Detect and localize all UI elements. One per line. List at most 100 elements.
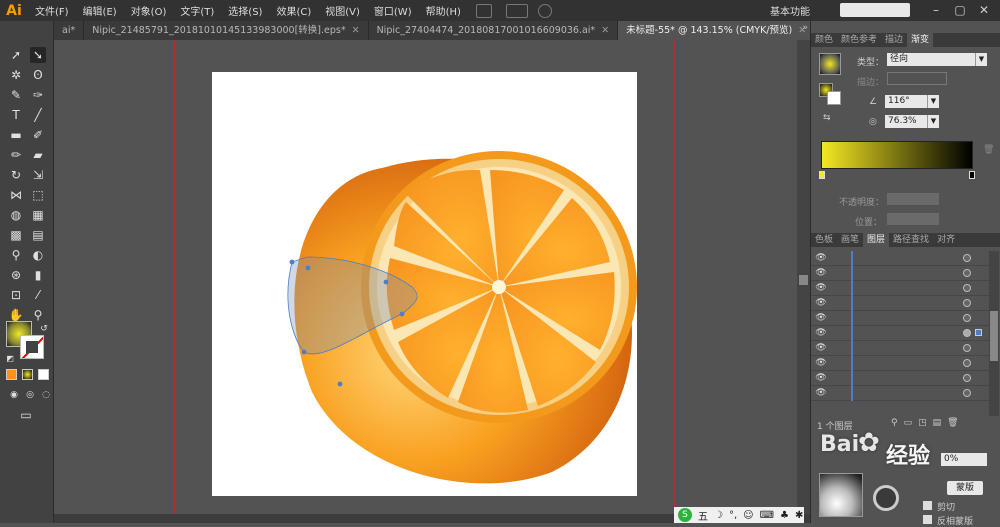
layer-row[interactable]: 👁 [811, 266, 989, 281]
angle-input[interactable]: 116° [885, 95, 927, 108]
none-mode-button[interactable] [38, 369, 49, 380]
ime-mode[interactable]: 五 [698, 508, 708, 523]
close-icon[interactable]: ✕ [976, 2, 992, 18]
artboard-tool-icon[interactable]: ⊡ [8, 287, 24, 303]
target-icon[interactable] [963, 359, 971, 367]
minimize-icon[interactable]: – [928, 2, 944, 18]
wrench-icon[interactable]: ✱ [795, 510, 803, 521]
tab-gradient[interactable]: 渐变 [907, 33, 934, 47]
chevron-down-icon[interactable]: ▼ [927, 115, 939, 128]
doc-tab[interactable]: ai* [54, 21, 85, 40]
target-icon[interactable] [963, 374, 971, 382]
gradient-type-select[interactable]: 径向 [887, 53, 987, 66]
tab-stroke[interactable]: 描边 [881, 33, 907, 47]
gradient-mode-button[interactable] [22, 369, 33, 380]
maximize-icon[interactable]: ▢ [952, 2, 968, 18]
lasso-icon[interactable]: ʘ [30, 67, 46, 83]
gradient-stop-left[interactable] [819, 171, 825, 179]
layer-row[interactable]: 👁 [811, 371, 989, 386]
tab-color[interactable]: 颜色 [811, 33, 837, 47]
doc-tab[interactable]: Nipic_21485791_20181010145133983000[转换].… [84, 21, 369, 40]
width-tool-icon[interactable]: ⋈ [8, 187, 24, 203]
canvas-scrollbar[interactable] [797, 40, 810, 523]
keyboard-icon[interactable]: ⌨ [760, 510, 774, 521]
stroke-thumb-small[interactable] [827, 91, 841, 105]
rectangle-tool-icon[interactable]: ▬ [8, 127, 24, 143]
stroke-swatch[interactable] [20, 335, 44, 359]
target-icon[interactable] [963, 329, 971, 337]
layer-row[interactable]: 👁 [811, 251, 989, 266]
target-icon[interactable] [963, 269, 971, 277]
sogou-icon[interactable]: S [678, 508, 692, 522]
clip-checkbox[interactable] [923, 501, 932, 510]
scrollbar-thumb[interactable] [799, 275, 808, 285]
bridge-icon[interactable] [475, 3, 492, 18]
layers-scrollbar[interactable] [989, 251, 999, 416]
target-icon[interactable] [963, 344, 971, 352]
tab-brushes[interactable]: 画笔 [837, 233, 863, 247]
eye-icon[interactable]: 👁 [815, 358, 827, 369]
layer-row-selected[interactable]: 👁 [811, 326, 989, 341]
tab-pathfinder[interactable]: 路径查找 [889, 233, 933, 247]
layer-row[interactable]: 👁 [811, 341, 989, 356]
opacity-input[interactable] [887, 193, 939, 205]
reverse-gradient-icon[interactable]: ⇆ [823, 113, 831, 123]
paintbrush-icon[interactable]: ✐ [30, 127, 46, 143]
mesh-tool-icon[interactable]: ▩ [8, 227, 24, 243]
layer-row[interactable]: 👁 [811, 386, 989, 401]
tab-layers[interactable]: 图层 [863, 233, 890, 247]
rotate-tool-icon[interactable]: ↻ [8, 167, 24, 183]
eye-icon[interactable]: 👁 [815, 253, 827, 264]
moon-icon[interactable]: ☽ [714, 510, 723, 521]
eraser-icon[interactable]: ▰ [30, 147, 46, 163]
menu-select[interactable]: 选择(S) [221, 3, 269, 18]
gradient-slider[interactable] [821, 141, 973, 169]
eye-icon[interactable]: 👁 [815, 388, 827, 399]
scale-tool-icon[interactable]: ⇲ [30, 167, 46, 183]
draw-inside-icon[interactable]: ◌ [38, 387, 54, 403]
gradient-stop-right[interactable] [969, 171, 975, 179]
magic-wand-icon[interactable]: ✲ [8, 67, 24, 83]
gpu-performance-icon[interactable] [537, 3, 552, 18]
doc-tab-active[interactable]: 未标题-55* @ 143.15% (CMYK/预览) ✕ [618, 21, 816, 40]
workspace-switcher[interactable]: 基本功能 [770, 3, 810, 18]
screen-mode-icon[interactable]: ▭ [18, 407, 34, 423]
menu-file[interactable]: 文件(F) [28, 3, 76, 18]
shape-builder-icon[interactable]: ◍ [8, 207, 24, 223]
artboard[interactable] [212, 72, 637, 496]
line-tool-icon[interactable]: ╱ [30, 107, 46, 123]
chevron-down-icon[interactable]: ▼ [927, 95, 939, 108]
layer-row[interactable]: 👁 [811, 296, 989, 311]
blend-tool-icon[interactable]: ◐ [30, 247, 46, 263]
mask-thumb-icon[interactable] [873, 485, 899, 511]
target-icon[interactable] [963, 389, 971, 397]
menu-object[interactable]: 对象(O) [124, 3, 174, 18]
arrange-documents-icon[interactable] [505, 3, 528, 18]
eye-icon[interactable]: 👁 [815, 328, 827, 339]
chevron-down-icon[interactable]: ▼ [975, 53, 987, 66]
slice-tool-icon[interactable]: ⁄ [30, 287, 46, 303]
tab-swatches[interactable]: 色板 [811, 233, 837, 247]
tab-color-guide[interactable]: 颜色参考 [837, 33, 881, 47]
smile-icon[interactable]: ☺ [743, 510, 753, 521]
close-tab-icon[interactable]: ✕ [601, 25, 609, 36]
curvature-tool-icon[interactable]: ✑ [30, 87, 46, 103]
orange-illustration[interactable] [212, 72, 637, 496]
gradient-tool-icon[interactable]: ▤ [30, 227, 46, 243]
position-input[interactable] [887, 213, 939, 225]
transparency-opacity-input[interactable]: 0% [941, 453, 987, 466]
symbol-sprayer-icon[interactable]: ⊛ [8, 267, 24, 283]
doc-tab[interactable]: Nipic_27404474_20180817001016609036.ai* ✕ [369, 21, 619, 40]
skin-icon[interactable]: ♣ [780, 510, 789, 521]
layer-footer-icons[interactable]: ⚲▭◳▤🗑 [891, 418, 965, 428]
column-graph-icon[interactable]: ▮ [30, 267, 46, 283]
target-icon[interactable] [963, 299, 971, 307]
gradient-thumbnail[interactable] [819, 53, 841, 75]
canvas-area[interactable] [54, 40, 810, 523]
color-mode-button[interactable] [6, 369, 17, 380]
swap-colors-icon[interactable]: ↺ [36, 321, 52, 337]
default-colors-icon[interactable]: ◩ [2, 351, 18, 367]
trash-icon[interactable]: 🗑 [983, 145, 994, 155]
draw-behind-icon[interactable]: ◎ [22, 387, 38, 403]
mask-button[interactable]: 蒙版 [947, 481, 983, 495]
